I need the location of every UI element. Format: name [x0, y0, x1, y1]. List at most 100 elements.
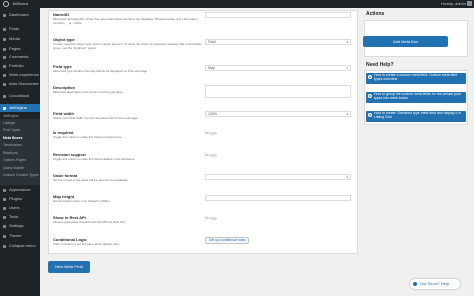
select-value: Map	[208, 66, 215, 70]
question-icon: ?	[368, 75, 372, 79]
sidebar-item-dashboard[interactable]: Dashboard	[0, 11, 40, 19]
new-meta-field-button[interactable]: New Meta Field	[48, 261, 90, 273]
revision-support-toggle[interactable]: No	[205, 153, 218, 157]
field-description: Meta field name/key/ID. Under this name …	[53, 17, 199, 25]
toggle-state: No	[205, 131, 210, 135]
toggle-switch	[210, 153, 218, 157]
chevron-down-icon: ▾	[346, 66, 348, 70]
sidebar-item-users[interactable]: Users	[0, 204, 40, 212]
object-type-select[interactable]: Field ▾	[205, 39, 351, 45]
sidebar-item-comments[interactable]: Comments	[0, 53, 40, 61]
chat-icon	[413, 282, 417, 286]
admin-bar: JetBoard Howdy, admin	[0, 0, 474, 8]
field-description: Meta field description to be shown on Po…	[53, 90, 123, 94]
add-meta-box-button[interactable]: Add Meta Box	[363, 36, 448, 47]
value-format-select[interactable]: ▾	[205, 174, 351, 180]
field-description: Click on button to set the rules which d…	[53, 242, 120, 246]
sidebar-item-crocoblock[interactable]: Crocoblock	[0, 92, 40, 100]
name-id-input[interactable]	[205, 12, 351, 18]
sidebar-item-portfolio[interactable]: Portfolio	[0, 62, 40, 70]
submenu-item-jetengine[interactable]: JetEngine	[0, 113, 40, 119]
admin-sidebar: Dashboard Posts Media Pages Comments Por…	[0, 8, 40, 296]
help-link-text: How to create a custom meta field: Custo…	[374, 73, 458, 81]
sidebar-item-theme[interactable]: Theme	[0, 232, 40, 240]
toggle-switch	[210, 216, 218, 220]
help-link-meta-field-types[interactable]: ? How to create a custom meta field: Cust…	[366, 73, 466, 84]
avatar[interactable]	[467, 1, 472, 6]
field-description: Toggle this option to make this field as…	[53, 135, 122, 139]
field-type-select[interactable]: Map ▾	[205, 65, 351, 71]
sidebar-item-auto-discovered[interactable]: Auto Discovered	[0, 80, 40, 88]
question-icon: ?	[368, 94, 372, 98]
show-rest-toggle[interactable]: No	[205, 216, 218, 220]
question-icon: ?	[368, 113, 372, 117]
sidebar-item-appearance[interactable]: Appearance	[0, 186, 40, 194]
sidebar-item-pages[interactable]: Pages	[0, 45, 40, 53]
chevron-down-icon: ▾	[346, 40, 348, 44]
site-name-link[interactable]: JetBoard	[12, 0, 28, 8]
submenu-item-relations[interactable]: Relations	[0, 150, 40, 156]
help-chat-button[interactable]: Got Stuck? Help	[410, 279, 460, 289]
submenu-item-listings[interactable]: Listings	[0, 120, 40, 126]
field-description: Current meta box object type: field or l…	[53, 42, 202, 50]
howdy-user-link[interactable]: Howdy, admin	[441, 0, 466, 8]
field-description: Toggle this option to make this field av…	[53, 157, 135, 161]
conditional-rules-button[interactable]: Set up conditional rules	[205, 237, 250, 244]
wrench-icon	[3, 215, 6, 219]
wordpress-logo-icon[interactable]	[3, 1, 9, 7]
field-row-is-required: Is required Toggle this option to make t…	[53, 130, 353, 140]
help-link-group-meta-fields[interactable]: ? How to group the custom meta fields for…	[366, 92, 466, 103]
field-width-select[interactable]: 100% ▾	[205, 111, 351, 117]
field-description: Allow to get/update this field with Word…	[53, 220, 125, 224]
jetengine-icon	[3, 106, 6, 110]
field-row-conditional-logic: Conditional Logic Click on button to set…	[53, 237, 353, 247]
field-description: Set the format of the value will be stor…	[53, 178, 128, 182]
dashboard-icon	[3, 13, 6, 17]
need-help-title: Need Help?	[366, 62, 394, 68]
submenu-item-meta-boxes[interactable]: Meta Boxes	[0, 135, 40, 141]
plugin-icon	[3, 197, 6, 201]
crocoblock-icon	[3, 94, 6, 98]
comment-icon	[3, 55, 6, 59]
field-row-show-rest: Show in Rest API Allow to get/update thi…	[53, 215, 353, 225]
help-link-text: How to group the custom meta fields for …	[374, 92, 461, 100]
field-description: Meta field type. Defines the way field t…	[53, 69, 148, 73]
submenu-item-taxonomies[interactable]: Taxonomies	[0, 142, 40, 148]
submenu-item-options-pages[interactable]: Options Pages	[0, 157, 40, 163]
user-icon	[3, 206, 6, 210]
star-icon	[3, 82, 6, 86]
map-height-input[interactable]	[205, 195, 351, 201]
theme-icon	[3, 234, 6, 238]
chevron-down-icon: ▾	[346, 112, 348, 116]
help-link-text: How to create Checkbox type meta field a…	[374, 111, 461, 119]
toggle-state: No	[205, 153, 210, 157]
sidebar-item-plugins[interactable]: Plugins	[0, 195, 40, 203]
briefcase-icon	[3, 73, 6, 77]
submenu-item-custom-content-types[interactable]: Custom Content Types	[0, 172, 40, 178]
settings-icon	[3, 224, 6, 228]
sidebar-item-media[interactable]: Media	[0, 35, 40, 43]
chevron-down-icon: ▾	[346, 175, 348, 179]
field-row-revision-support: Revision support Toggle this option to m…	[53, 152, 353, 162]
toggle-switch	[210, 131, 218, 135]
field-description: Set the height of the map. Default is 30…	[53, 199, 110, 203]
help-link-checkbox-meta-field[interactable]: ? How to create Checkbox type meta field …	[366, 111, 466, 122]
sidebar-item-jetengine[interactable]: JetEngine	[0, 104, 40, 112]
sidebar-item-settings[interactable]: Settings	[0, 222, 40, 230]
is-required-toggle[interactable]: No	[205, 131, 218, 135]
sidebar-item-collapse[interactable]: Collapse menu	[0, 242, 40, 250]
select-value: 100%	[208, 112, 217, 116]
collapse-icon	[3, 244, 6, 248]
pin-icon	[3, 27, 6, 31]
help-chat-label: Got Stuck? Help	[420, 281, 450, 286]
page-icon	[3, 47, 6, 51]
sidebar-item-posts[interactable]: Posts	[0, 25, 40, 33]
description-textarea[interactable]	[205, 85, 351, 98]
submenu-item-post-types[interactable]: Post Types	[0, 127, 40, 133]
submenu-item-query-builder[interactable]: Query Builder	[0, 165, 40, 171]
toggle-state: No	[205, 216, 210, 220]
sidebar-item-work-experience[interactable]: Work experience	[0, 71, 40, 79]
sidebar-item-tools[interactable]: Tools	[0, 213, 40, 221]
field-description: Select meta field width from the dropdow…	[53, 116, 138, 120]
brush-icon	[3, 188, 6, 192]
